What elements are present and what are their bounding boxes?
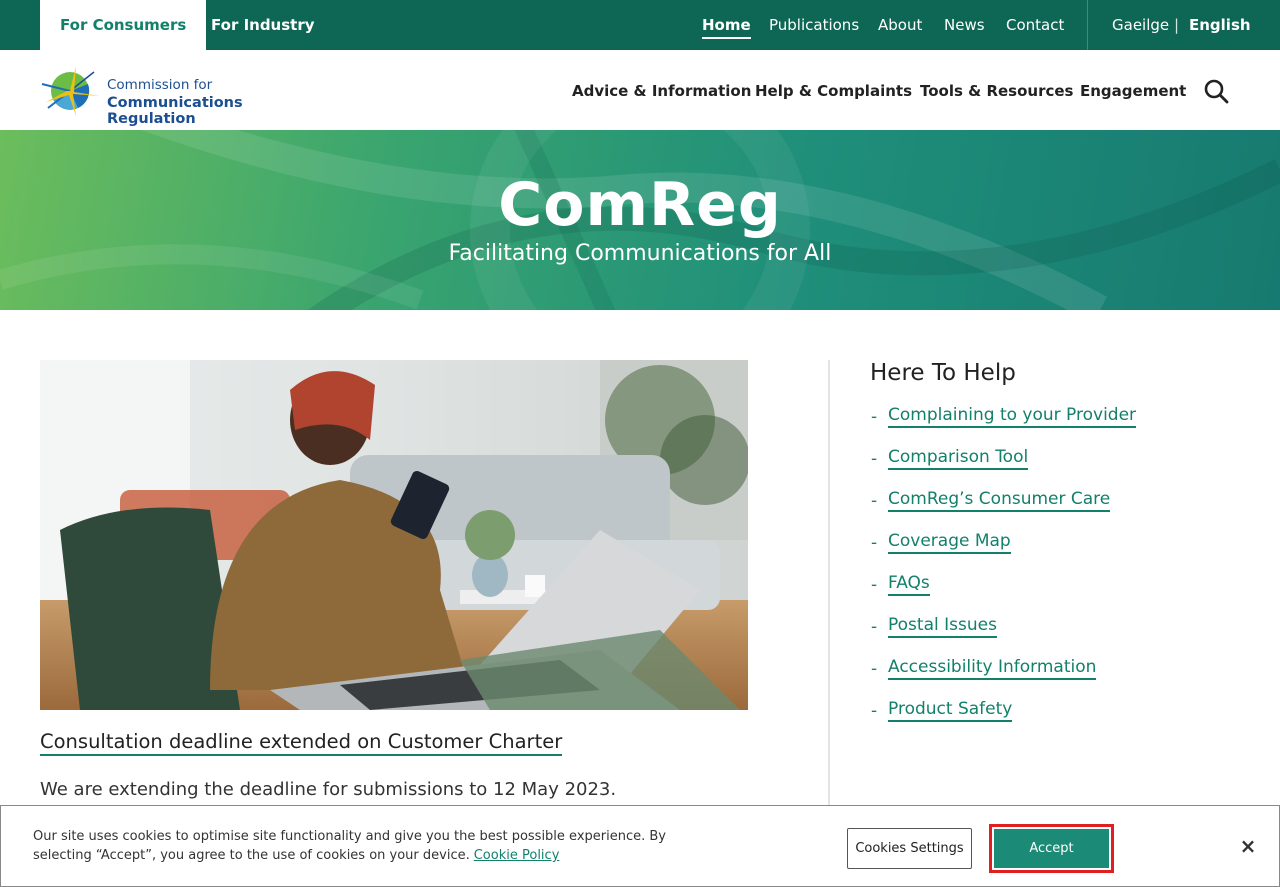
utility-link-publications[interactable]: Publications <box>769 0 859 50</box>
help-bullet: - <box>871 575 878 595</box>
tab-for-consumers[interactable]: For Consumers <box>40 0 207 50</box>
utility-link-news[interactable]: News <box>944 0 985 50</box>
hero-subtitle: Facilitating Communications for All <box>448 241 832 266</box>
utility-link-home-label: Home <box>702 16 751 39</box>
woman-phone-laptop-photo <box>40 360 748 710</box>
help-link-accessibility[interactable]: Accessibility Information <box>888 657 1097 680</box>
nav-advice-information[interactable]: Advice & Information <box>572 50 751 130</box>
close-icon[interactable]: × <box>1237 835 1259 857</box>
cookie-policy-link[interactable]: Cookie Policy <box>474 848 560 863</box>
tab-for-industry[interactable]: For Industry <box>191 0 335 50</box>
feature-article-link[interactable]: Consultation deadline extended on Custom… <box>40 730 563 756</box>
content-divider <box>828 360 830 810</box>
nav-help-complaints[interactable]: Help & Complaints <box>755 50 912 130</box>
cookie-banner: Our site uses cookies to optimise site f… <box>0 805 1280 887</box>
help-bullet: - <box>871 449 878 469</box>
feature-image[interactable] <box>40 360 748 710</box>
site-header: Commission for Communications Regulation… <box>0 50 1280 130</box>
help-link-coverage-map[interactable]: Coverage Map <box>888 531 1011 554</box>
top-utility-bar: For Consumers For Industry Home Publicat… <box>0 0 1280 50</box>
nav-engagement[interactable]: Engagement <box>1080 50 1186 130</box>
comreg-logo[interactable]: Commission for Communications Regulation <box>40 62 320 127</box>
utility-link-contact[interactable]: Contact <box>1006 0 1064 50</box>
hero-title: ComReg <box>498 170 782 240</box>
here-to-help-heading: Here To Help <box>870 360 1016 386</box>
help-link-complaining-provider[interactable]: Complaining to your Provider <box>888 405 1137 428</box>
topbar-divider <box>1087 0 1088 50</box>
language-separator: | <box>1174 16 1180 34</box>
accept-button-highlight: Accept <box>989 824 1114 873</box>
cookies-settings-button[interactable]: Cookies Settings <box>847 828 972 869</box>
help-link-product-safety[interactable]: Product Safety <box>888 699 1013 722</box>
feature-article-description: We are extending the deadline for submis… <box>40 779 617 800</box>
cookie-message-text: Our site uses cookies to optimise site f… <box>33 829 666 863</box>
help-bullet: - <box>871 701 878 721</box>
language-irish-link[interactable]: Gaeilge <box>1112 0 1169 50</box>
language-english-link[interactable]: English <box>1189 0 1251 50</box>
help-bullet: - <box>871 407 878 427</box>
help-bullet: - <box>871 491 878 511</box>
help-link-consumer-care[interactable]: ComReg’s Consumer Care <box>888 489 1111 512</box>
accept-cookies-button[interactable]: Accept <box>994 829 1109 868</box>
help-link-postal-issues[interactable]: Postal Issues <box>888 615 997 638</box>
search-icon <box>1204 79 1229 104</box>
hero-banner: ComReg Facilitating Communications for A… <box>0 130 1280 310</box>
nav-tools-resources[interactable]: Tools & Resources <box>920 50 1073 130</box>
help-bullet: - <box>871 533 878 553</box>
help-bullet: - <box>871 617 878 637</box>
cookie-message: Our site uses cookies to optimise site f… <box>33 827 693 865</box>
logo-line-1: Commission for <box>107 77 213 93</box>
help-bullet: - <box>871 659 878 679</box>
search-button[interactable] <box>1203 78 1229 104</box>
help-link-comparison-tool[interactable]: Comparison Tool <box>888 447 1029 470</box>
utility-link-about[interactable]: About <box>878 0 922 50</box>
help-link-faqs[interactable]: FAQs <box>888 573 930 596</box>
logo-line-2: Communications Regulation <box>107 95 243 127</box>
comreg-logo-mark-icon <box>41 66 100 116</box>
utility-link-home[interactable]: Home <box>702 0 751 50</box>
